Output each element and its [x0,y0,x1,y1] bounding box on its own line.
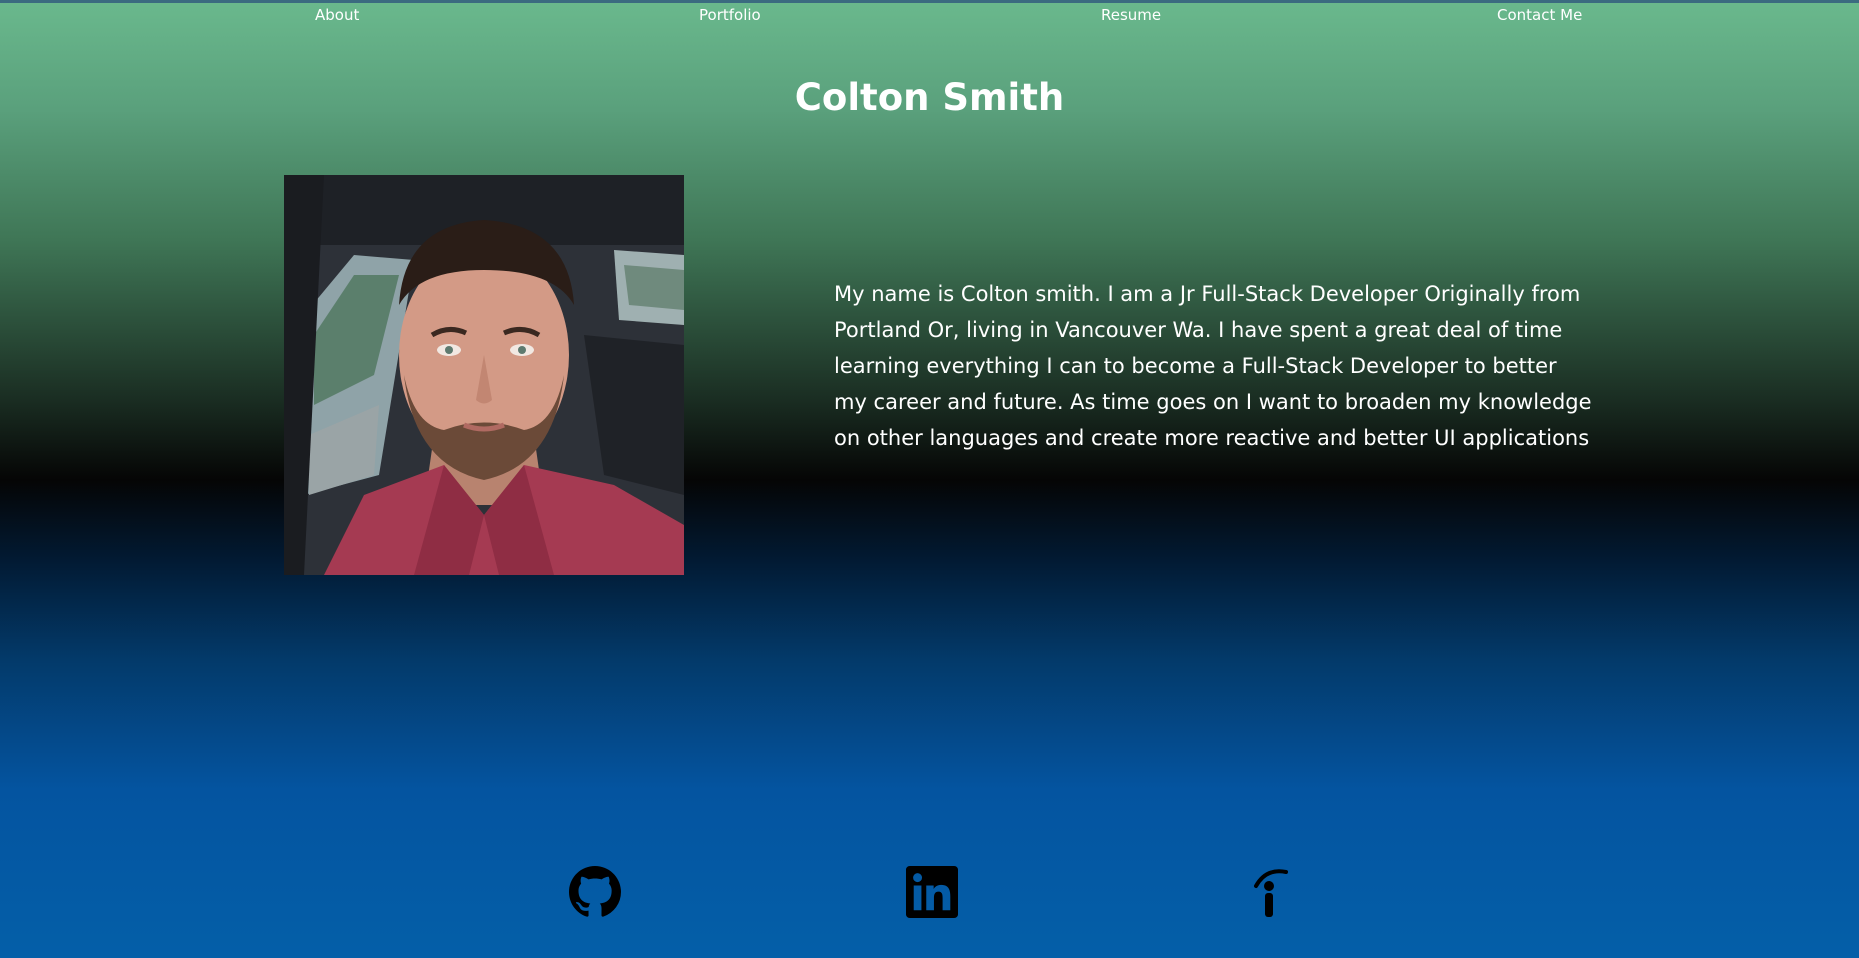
indeed-link[interactable] [1244,866,1296,918]
nav-link-resume[interactable]: Resume [1101,6,1161,24]
top-border [0,0,1859,3]
linkedin-icon [906,866,958,918]
github-link[interactable] [569,866,621,918]
nav-link-about[interactable]: About [315,6,359,24]
nav-link-contact[interactable]: Contact Me [1497,6,1582,24]
linkedin-link[interactable] [906,866,958,918]
profile-photo [284,175,684,575]
github-icon [569,866,621,917]
bio-text: My name is Colton smith. I am a Jr Full-… [834,282,1592,450]
page-title: Colton Smith [794,76,1065,119]
nav-link-portfolio[interactable]: Portfolio [699,6,761,24]
indeed-icon [1254,869,1288,917]
main-nav: About Portfolio Resume Contact Me [0,6,1859,30]
